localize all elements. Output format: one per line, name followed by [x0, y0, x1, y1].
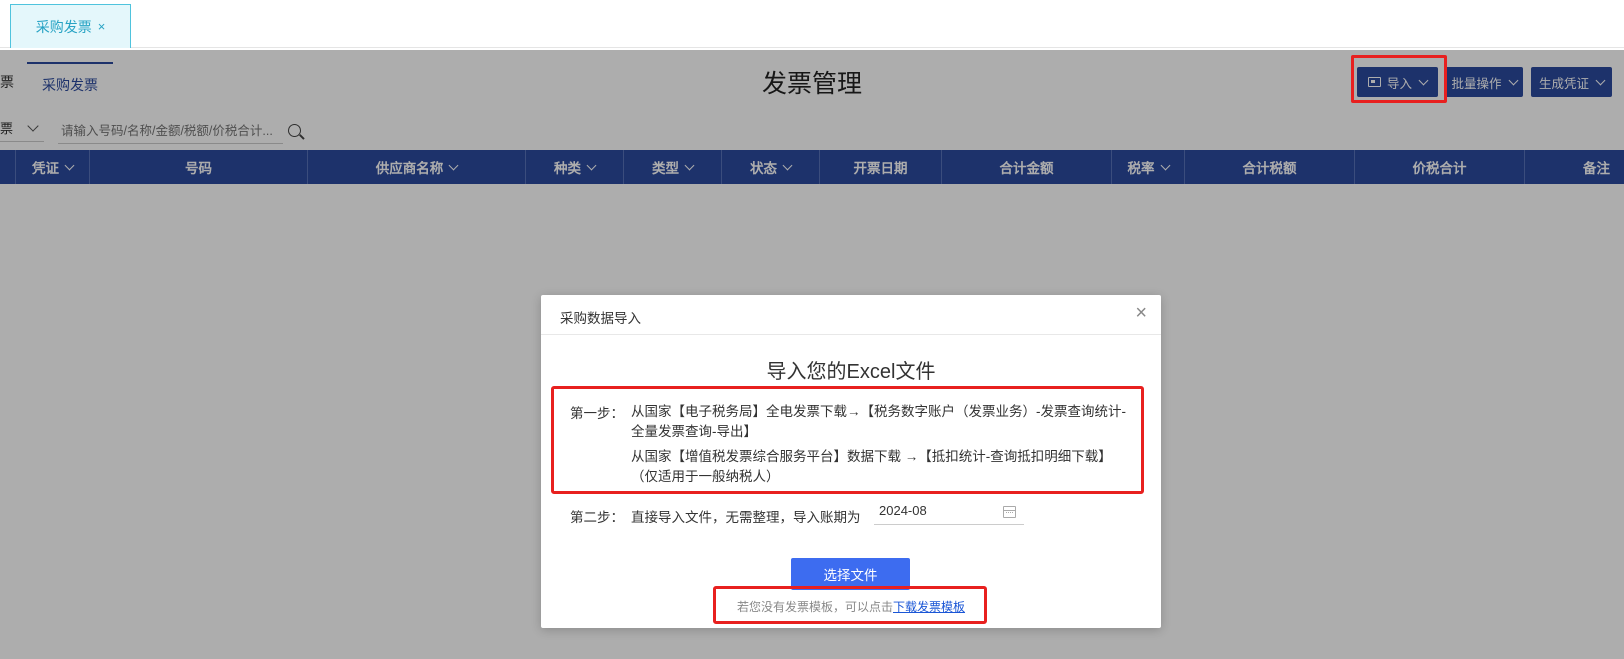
period-value: 2024-08	[879, 503, 927, 518]
step2-label: 第二步：	[570, 510, 624, 525]
dialog-title: 采购数据导入	[560, 311, 641, 326]
dialog-header: 采购数据导入 ×	[541, 295, 1161, 335]
calendar-icon[interactable]	[1003, 506, 1016, 518]
close-icon[interactable]: ×	[1135, 302, 1147, 325]
import-dialog: 采购数据导入 × 导入您的Excel文件 第一步： 从国家【电子税务局】全电发票…	[541, 295, 1161, 628]
close-icon[interactable]: ×	[98, 19, 106, 34]
dialog-heading: 导入您的Excel文件	[766, 361, 936, 383]
highlight-box-hint	[713, 586, 987, 624]
highlight-box-import	[1351, 55, 1447, 103]
top-tab-purchase-invoice[interactable]: 采购发票 ×	[10, 4, 131, 48]
highlight-box-step1	[551, 386, 1144, 494]
step2-instruction: 直接导入文件，无需整理，导入账期为	[631, 510, 861, 525]
top-tab-label: 采购发票	[35, 18, 92, 35]
top-tab-bar: 采购发票 ×	[0, 0, 1624, 48]
period-date-picker[interactable]: 2024-08	[874, 498, 1024, 525]
